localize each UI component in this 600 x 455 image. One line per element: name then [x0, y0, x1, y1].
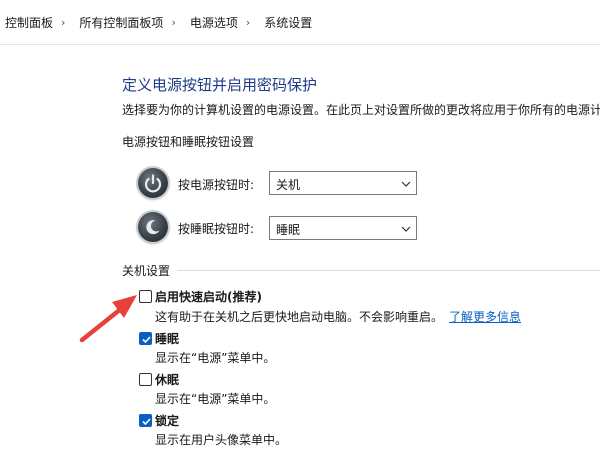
annotation-arrow-icon	[79, 295, 137, 343]
